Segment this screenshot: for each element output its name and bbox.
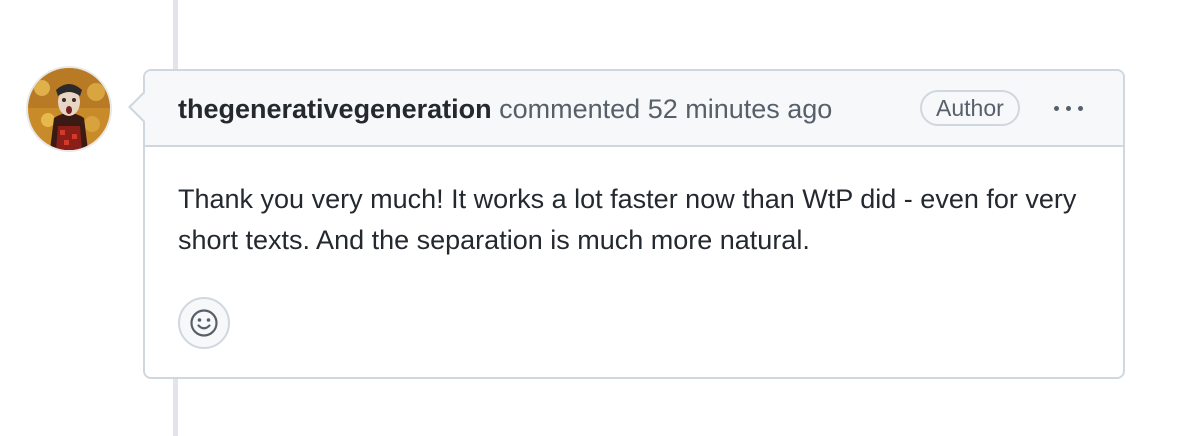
dot — [1077, 105, 1083, 111]
comment-box: thegenerativegeneration commented 52 min… — [128, 69, 1125, 379]
author-badge: Author — [920, 90, 1020, 126]
timestamp-link[interactable]: 52 minutes ago — [648, 94, 833, 124]
comment-header-text: thegenerativegeneration commented 52 min… — [178, 93, 832, 125]
add-reaction-button[interactable] — [178, 297, 230, 349]
comment-header: thegenerativegeneration commented 52 min… — [131, 71, 1123, 147]
avatar-image — [28, 68, 110, 150]
comment-body: Thank you very much! It works a lot fast… — [178, 184, 1077, 255]
avatar[interactable] — [28, 68, 110, 150]
comment-action: commented — [499, 94, 641, 124]
dot — [1065, 105, 1071, 111]
kebab-horizontal-icon[interactable] — [1043, 92, 1093, 124]
author-link[interactable]: thegenerativegeneration — [178, 94, 492, 124]
comment-pointer-fill — [131, 93, 145, 121]
dot — [1053, 105, 1059, 111]
smiley-icon — [190, 309, 218, 337]
